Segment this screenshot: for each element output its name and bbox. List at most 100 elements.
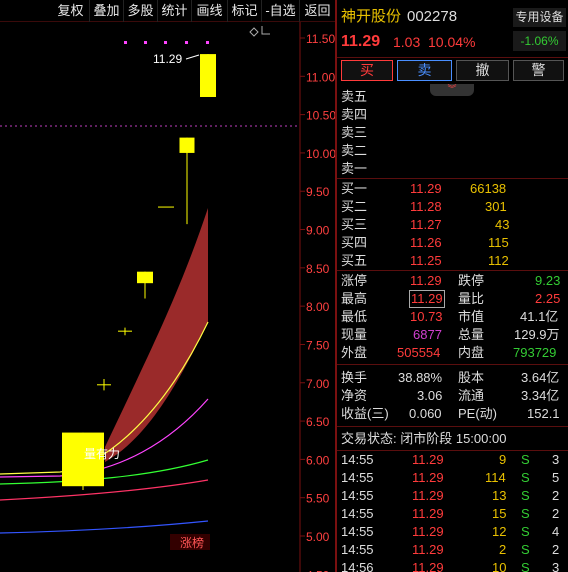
toolbar-mark-button[interactable]: 标记	[228, 0, 262, 22]
signal-dot	[185, 41, 188, 44]
limit-down-value: 9.23	[535, 273, 561, 288]
tick-price: 11.29	[412, 506, 444, 521]
tick-time: 14:55	[341, 452, 374, 467]
bid-price: 11.29	[410, 181, 442, 196]
bid-volume: 66138	[470, 181, 507, 196]
price-tick-label: 10.50	[306, 109, 335, 123]
candle-body	[158, 206, 174, 208]
candle-body	[200, 54, 216, 97]
bid-volume: 301	[485, 199, 507, 214]
tick-volume: 12	[492, 524, 507, 539]
sell-button[interactable]: 卖	[397, 60, 452, 81]
eps-label: 收益(三)	[341, 406, 389, 421]
tick-direction: S	[521, 488, 530, 503]
tick-time: 14:55	[341, 542, 374, 557]
tick-direction: S	[521, 524, 530, 539]
price-change-pct: 10.04%	[428, 34, 476, 50]
market-cap-value: 41.1亿	[520, 309, 559, 324]
float-label: 流通	[458, 388, 485, 403]
toolbar-back-button[interactable]: 返回	[300, 0, 335, 22]
tick-time: 14:55	[341, 524, 374, 539]
tick-price: 11.29	[412, 452, 444, 467]
tag-label[interactable]: 涨榜	[180, 535, 204, 550]
share-capital-value: 3.64亿	[521, 370, 560, 385]
sector-name[interactable]: 专用设备	[513, 8, 566, 27]
ma-line	[0, 520, 209, 534]
tick-count: 2	[552, 488, 560, 503]
price-tick-label: 10.00	[306, 147, 335, 161]
last-price: 11.29	[341, 33, 381, 50]
current-volume-value: 6877	[413, 327, 442, 342]
buy-button[interactable]: 买	[341, 60, 393, 81]
bid-label: 买五	[341, 253, 368, 268]
volume-ratio-value: 2.25	[535, 291, 561, 306]
signal-dot	[124, 41, 127, 44]
price-tick-label: 7.50	[306, 338, 330, 352]
candle-body	[137, 271, 153, 284]
cancel-order-button[interactable]: 撤	[456, 60, 509, 81]
limit-up-label: 涨停	[341, 273, 368, 288]
toolbar-multi-button[interactable]: 多股	[124, 0, 158, 22]
toolbar-remove-watch-button[interactable]: -自选	[262, 0, 300, 22]
net-assets-label: 净资	[341, 388, 368, 403]
bid-label: 买三	[341, 217, 368, 232]
candle-body	[97, 384, 111, 386]
outer-volume-value: 505554	[397, 345, 441, 360]
bid-label: 买一	[341, 181, 368, 196]
bid-label: 买四	[341, 235, 368, 250]
turnover-value: 38.88%	[398, 370, 443, 385]
ask-label: 卖三	[341, 125, 368, 140]
price-tick-label: 5.00	[306, 530, 330, 544]
alert-button[interactable]: 警	[513, 60, 564, 81]
diamond-icon[interactable]	[249, 27, 259, 37]
tick-time: 14:55	[341, 506, 374, 521]
high-pointer-line	[185, 54, 200, 60]
stock-name: 神开股份	[341, 8, 402, 25]
price-change: 1.03	[393, 34, 421, 50]
tick-volume: 10	[492, 560, 507, 572]
toolbar-fq-button[interactable]: 复权	[52, 0, 90, 22]
limit-down-label: 跌停	[458, 273, 485, 288]
candle-body	[179, 137, 195, 153]
volume-label: 量有力	[84, 447, 120, 461]
tick-count: 2	[552, 506, 560, 521]
tick-count: 3	[552, 560, 560, 572]
price-tick-label: 9.00	[306, 224, 330, 238]
signal-dot	[206, 41, 209, 44]
signal-dot	[144, 41, 147, 44]
bid-price: 11.27	[410, 217, 442, 232]
tick-price: 11.29	[412, 488, 444, 503]
kline-chart[interactable]: 11.50 11.00 10.50 10.00 9.50 9.00 8.50 8.00 7.50…	[0, 22, 335, 572]
tick-price: 11.29	[412, 560, 444, 572]
tick-direction: S	[521, 452, 530, 467]
toolbar-stats-button[interactable]: 统计	[158, 0, 192, 22]
tick-volume: 114	[485, 470, 506, 485]
bid-price: 11.28	[410, 199, 442, 214]
price-tick-label: 9.50	[306, 185, 330, 199]
toolbar-overlay-button[interactable]: 叠加	[90, 0, 124, 22]
low-label: 最低	[341, 309, 368, 324]
tick-direction: S	[521, 542, 530, 557]
tick-volume: 9	[499, 452, 507, 467]
tick-volume: 2	[499, 542, 507, 557]
price-tick-label: 11.00	[306, 70, 335, 84]
signal-dot	[164, 41, 167, 44]
pe-value: 152.1	[527, 406, 560, 421]
tick-direction: S	[521, 506, 530, 521]
toolbar-draw-button[interactable]: 画线	[192, 0, 228, 22]
inner-volume-label: 内盘	[458, 345, 485, 360]
ask-label: 卖五	[341, 89, 368, 104]
high-price-label: 11.29	[153, 52, 182, 66]
bid-volume: 43	[495, 217, 510, 232]
market-cap-label: 市值	[458, 309, 485, 324]
price-tick-label: 6.00	[306, 453, 330, 467]
tick-time: 14:56	[341, 560, 374, 572]
outer-volume-label: 外盘	[341, 345, 368, 360]
tick-volume: 15	[492, 506, 507, 521]
price-tick-label: 8.00	[306, 300, 330, 314]
price-tick-label: 7.00	[306, 377, 330, 391]
tick-direction: S	[521, 470, 530, 485]
price-tick-label: 6.50	[306, 415, 330, 429]
quote-panel: 神开股份 002278 专用设备 11.29 1.03 10.04% -1.06…	[337, 0, 568, 572]
corner-icon[interactable]	[261, 26, 270, 35]
